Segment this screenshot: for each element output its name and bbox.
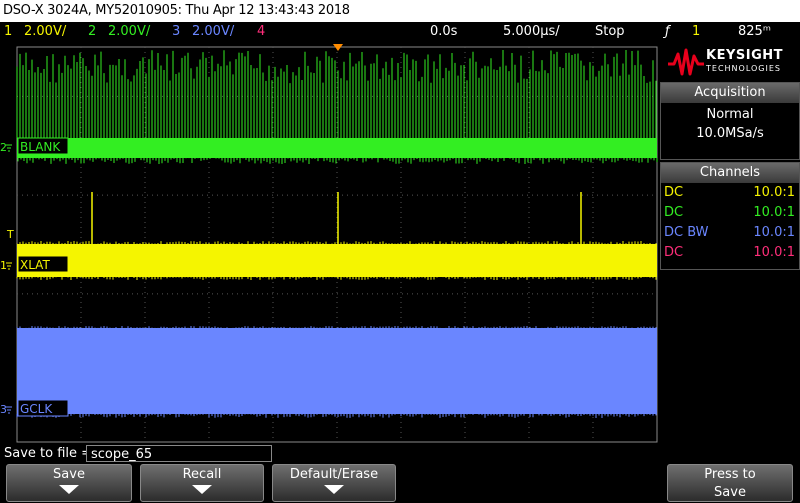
arrow-down-icon: [192, 485, 212, 494]
press-to-label: Press to: [704, 467, 756, 482]
channel-probe: 10.0:1: [753, 205, 795, 220]
channel-probe: 10.0:1: [753, 245, 795, 260]
arrow-down-icon: [324, 485, 344, 494]
channel-2-number[interactable]: 2: [88, 22, 96, 42]
save-softkey-label: Save: [53, 467, 85, 482]
acquisition-header: Acquisition: [661, 83, 799, 103]
channel-probe: 10.0:1: [753, 225, 795, 240]
waveform-canvas: 2 BLANK 1 XLAT 3 GCLK T: [0, 44, 658, 443]
trigger-level[interactable]: 825ᵐ: [738, 22, 771, 42]
logo-brand: KEYSIGHT: [706, 48, 783, 63]
channel-2-scale[interactable]: 2.00V/: [108, 22, 150, 42]
ch3-label: GCLK: [20, 402, 53, 416]
channels-panel: Channels DC 10.0:1 DC 10.0:1 DC BW 10.0:…: [660, 162, 800, 270]
channel-coupling: DC: [664, 245, 684, 260]
channel-row: DC 10.0:1: [661, 203, 799, 223]
logo-subtitle: TECHNOLOGIES: [706, 64, 781, 73]
window-title: DSO-X 3024A, MY52010905: Thu Apr 12 13:4…: [0, 0, 800, 22]
save-label: Save: [714, 485, 746, 500]
ch2-number: 2: [0, 141, 7, 154]
channel-3-scale[interactable]: 2.00V/: [192, 22, 234, 42]
press-to-save-softkey[interactable]: Press to Save: [667, 464, 793, 502]
save-softkey[interactable]: Save: [6, 464, 132, 502]
channel-4-number[interactable]: 4: [257, 22, 265, 42]
recall-softkey-label: Recall: [182, 467, 222, 482]
channel-coupling: DC: [664, 185, 684, 200]
keysight-logo: KEYSIGHT TECHNOLOGIES: [662, 44, 798, 80]
channel-row: DC BW 10.0:1: [661, 223, 799, 243]
channel-1-number[interactable]: 1: [4, 22, 12, 42]
acquisition-mode: Normal: [706, 107, 754, 122]
ch1-number: 1: [0, 259, 7, 272]
channel-1-scale[interactable]: 2.00V/: [24, 22, 66, 42]
channel-row: DC 10.0:1: [661, 243, 799, 263]
trigger-edge-icon: ƒ: [665, 24, 670, 39]
time-delay[interactable]: 0.0s: [430, 22, 457, 42]
waveform-display[interactable]: 2 BLANK 1 XLAT 3 GCLK T: [0, 44, 660, 444]
channel-probe: 10.0:1: [753, 185, 795, 200]
trigger-source[interactable]: 1: [692, 22, 700, 42]
ch3-band: [17, 328, 657, 414]
ch3-number: 3: [0, 403, 7, 416]
time-scale[interactable]: 5.000μs/: [503, 22, 560, 42]
channel-coupling: DC BW: [664, 225, 709, 240]
ch1-label: XLAT: [20, 258, 50, 272]
keysight-wave-icon: [668, 48, 704, 76]
trigger-level-marker: T: [6, 228, 14, 241]
save-to-file-label: Save to file =: [4, 446, 93, 461]
ch2-band: [17, 138, 657, 158]
default-erase-softkey-label: Default/Erase: [289, 467, 379, 482]
channel-3-number[interactable]: 3: [172, 22, 180, 42]
run-state[interactable]: Stop: [595, 22, 625, 42]
arrow-down-icon: [59, 485, 79, 494]
channel-row: DC 10.0:1: [661, 183, 799, 203]
acquisition-panel: Acquisition Normal 10.0MSa/s: [660, 82, 800, 160]
acquisition-rate: 10.0MSa/s: [696, 126, 764, 141]
recall-softkey[interactable]: Recall: [140, 464, 264, 502]
channel-coupling: DC: [664, 205, 684, 220]
ch2-label: BLANK: [20, 140, 61, 154]
status-bar: 1 2.00V/ 2 2.00V/ 3 2.00V/ 4 0.0s 5.000μ…: [0, 22, 800, 42]
default-erase-softkey[interactable]: Default/Erase: [272, 464, 396, 502]
filename-field[interactable]: scope_65: [86, 445, 272, 462]
channels-header: Channels: [661, 163, 799, 183]
ch1-band: [17, 244, 657, 277]
save-to-file-row: Save to file = scope_65: [0, 444, 660, 464]
